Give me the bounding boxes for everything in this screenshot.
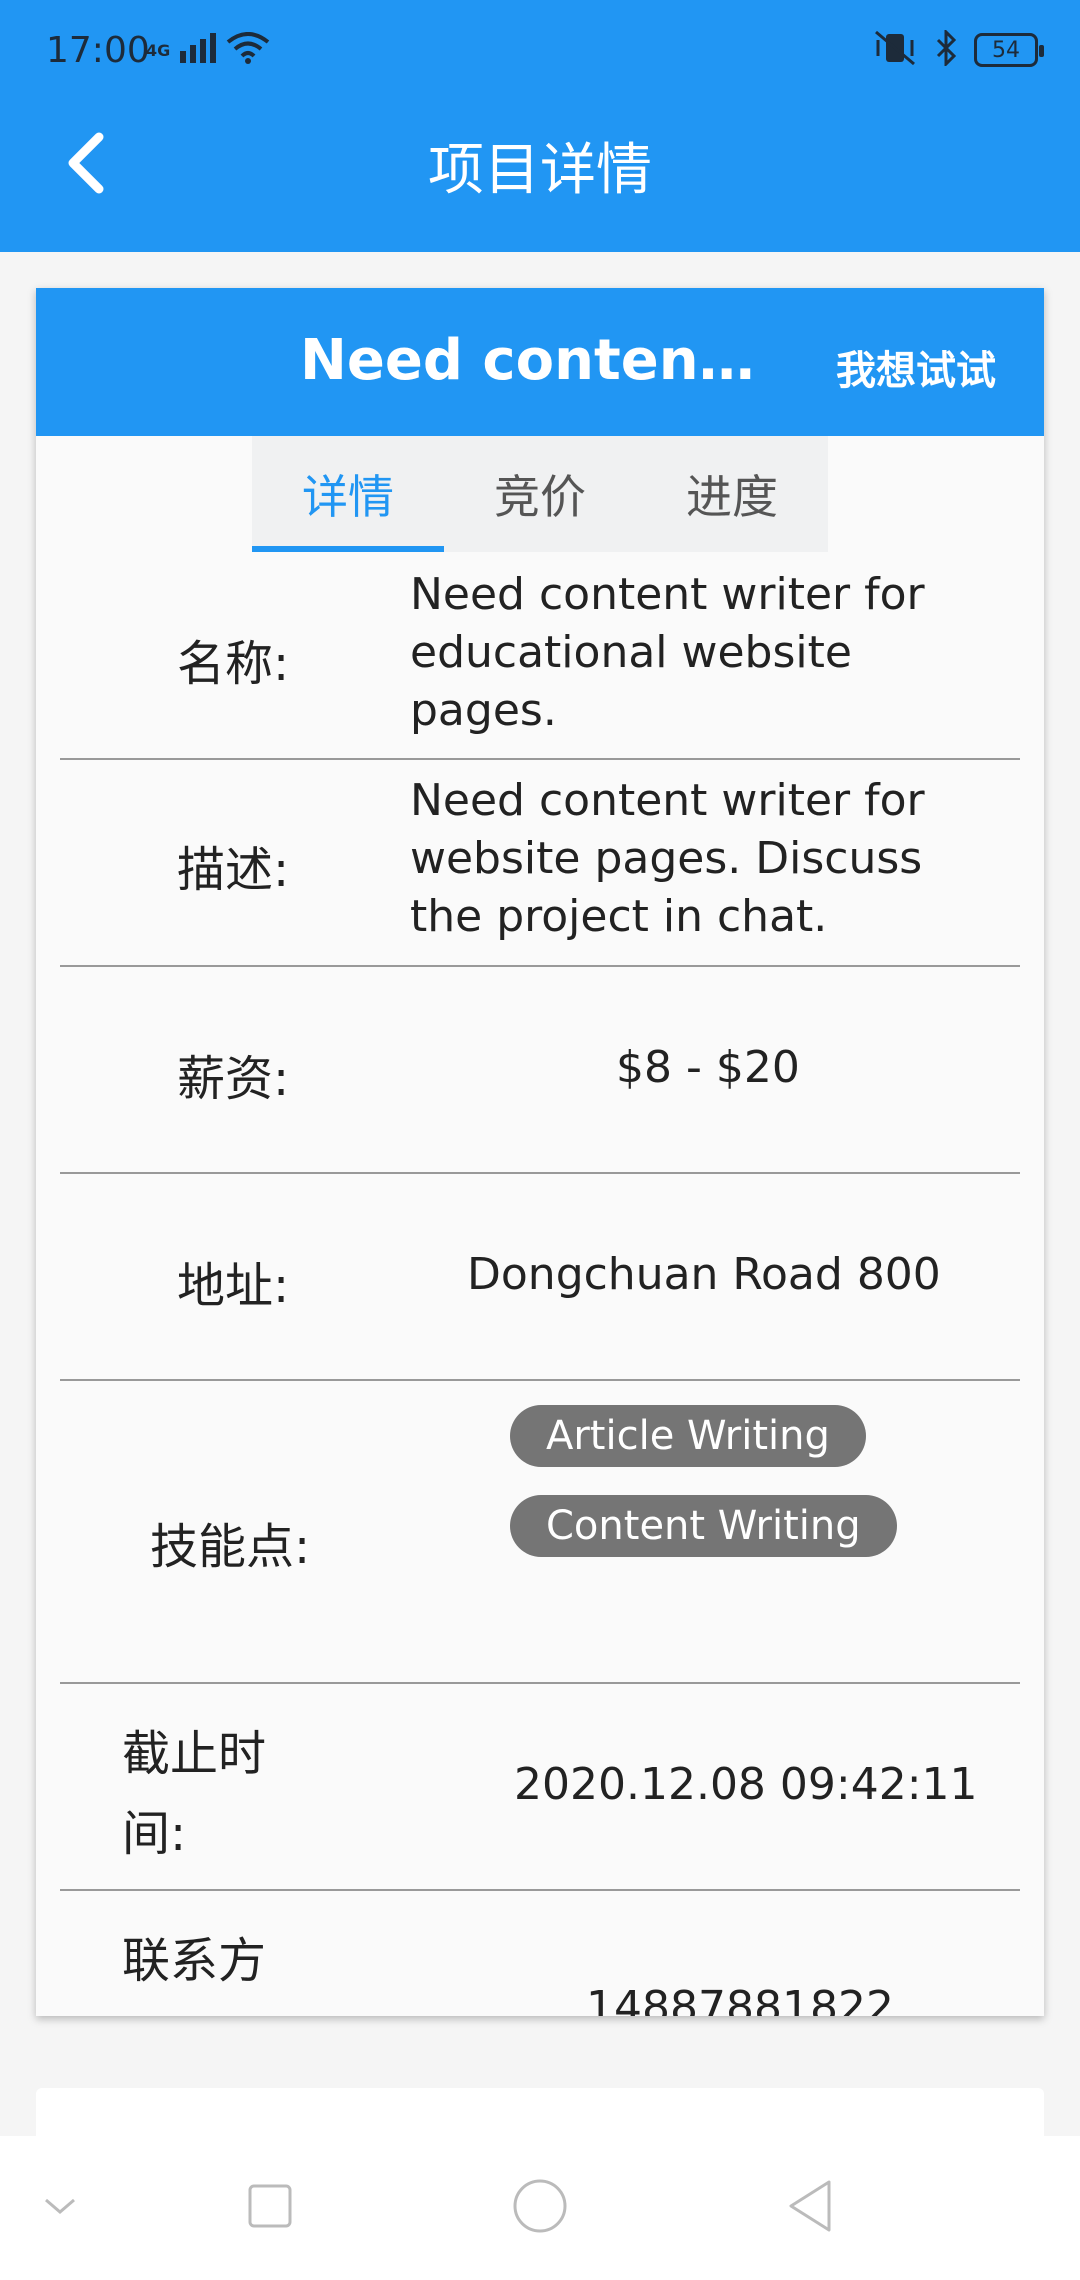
salary-label: 薪资:: [177, 1051, 290, 1107]
app-bar: 17:00 4G 54 项目详情: [0, 0, 1080, 252]
address-label: 地址:: [177, 1258, 290, 1314]
triangle-back-icon: [785, 2178, 835, 2238]
description-value: Need content writer for website pages. D…: [410, 775, 925, 942]
system-nav-bar: [0, 2136, 1080, 2280]
skill-chip: Content Writing: [510, 1495, 897, 1557]
detail-row-deadline: 截止时 间: 2020.12.08 09:42:11: [60, 1684, 1020, 1891]
tab-bar: 详情 竞价 进度: [252, 436, 828, 552]
detail-row-address: 地址: Dongchuan Road 800: [60, 1174, 1020, 1381]
signal-icon: [180, 33, 217, 67]
battery-icon: 54: [974, 33, 1044, 67]
chevron-down-icon: [42, 2196, 78, 2220]
detail-row-skills: 技能点: Article Writing Content Writing: [60, 1381, 1020, 1684]
nav-collapse-button[interactable]: [20, 2136, 100, 2280]
detail-row-name: 名称: Need content writer for educational …: [60, 552, 1020, 760]
try-button[interactable]: 我想试试: [836, 338, 996, 396]
detail-row-salary: 薪资: $8 - $20: [60, 967, 1020, 1174]
bluetooth-icon: [934, 28, 958, 70]
status-right-icons: 54: [872, 28, 1044, 70]
project-title: Need content …: [300, 328, 760, 393]
detail-row-description: 描述: Need content writer for website page…: [60, 760, 1020, 967]
circle-icon: [512, 2178, 568, 2238]
nav-home-button[interactable]: [500, 2136, 580, 2280]
description-label: 描述:: [177, 842, 290, 898]
vibrate-icon: [872, 30, 918, 70]
contact-value: 14887881822: [586, 1982, 894, 2016]
tab-progress[interactable]: 进度: [636, 436, 828, 552]
address-value: Dongchuan Road 800: [467, 1249, 941, 1300]
skills-label: 技能点:: [150, 1519, 311, 1575]
wifi-icon: [226, 32, 270, 68]
square-icon: [248, 2184, 292, 2232]
skill-chip: Article Writing: [510, 1405, 866, 1467]
page-title: 项目详情: [428, 138, 652, 203]
deadline-label-line2: 间:: [122, 1806, 187, 1862]
deadline-value: 2020.12.08 09:42:11: [514, 1759, 978, 1810]
tab-bidding[interactable]: 竞价: [444, 436, 636, 552]
detail-row-contact: 联系方 14887881822: [60, 1891, 1020, 2016]
detail-table: 名称: Need content writer for educational …: [60, 552, 1020, 2016]
deadline-label-line1: 截止时: [122, 1726, 267, 1782]
project-card: Need content … 我想试试 详情 竞价 进度 名称: Need co…: [36, 288, 1044, 2016]
contact-label: 联系方: [122, 1933, 267, 1989]
name-value: Need content writer for educational webs…: [410, 569, 925, 736]
status-bar: 17:00 4G 54: [0, 0, 1080, 110]
tab-details[interactable]: 详情: [252, 436, 444, 552]
network-label: 4G: [146, 40, 171, 60]
name-label: 名称:: [177, 636, 290, 692]
status-time: 17:00: [46, 30, 150, 71]
nav-back-button[interactable]: [770, 2136, 850, 2280]
nav-recents-button[interactable]: [230, 2136, 310, 2280]
project-card-header: Need content … 我想试试: [36, 288, 1044, 436]
network-indicator: 4G: [146, 32, 270, 68]
salary-value: $8 - $20: [616, 1042, 800, 1093]
